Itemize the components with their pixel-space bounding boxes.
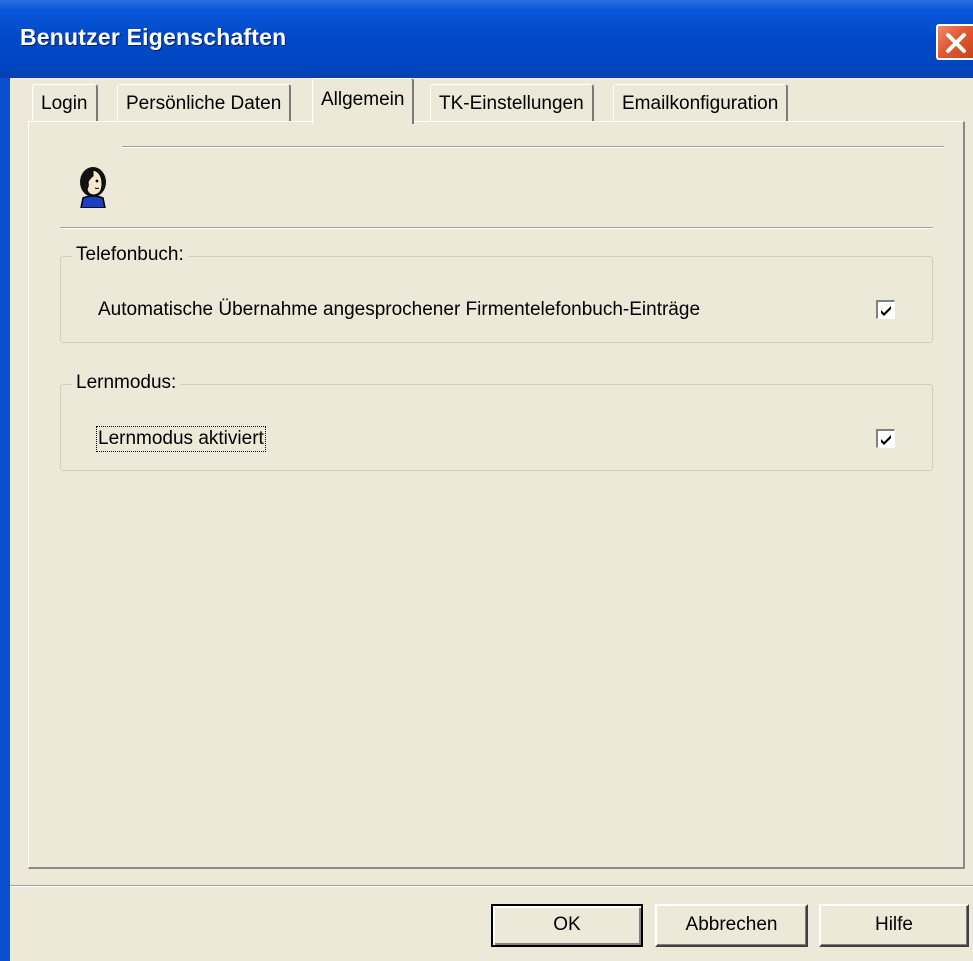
tab-label: Persönliche Daten xyxy=(126,93,282,114)
close-button[interactable] xyxy=(936,24,973,60)
window-border xyxy=(0,78,10,961)
lernmodus-aktiviert-label[interactable]: Lernmodus aktiviert xyxy=(96,426,266,452)
auto-uebernahme-label[interactable]: Automatische Übernahme angesprochener Fi… xyxy=(98,299,700,321)
check-icon xyxy=(881,435,891,445)
tab-login[interactable]: Login xyxy=(32,84,98,122)
close-icon xyxy=(946,33,966,53)
tab-tk-einstellungen[interactable]: TK-Einstellungen xyxy=(430,84,594,122)
tab-persoenliche-daten[interactable]: Persönliche Daten xyxy=(117,84,292,122)
title-bar[interactable]: Benutzer Eigenschaften xyxy=(0,0,973,78)
tab-label: Login xyxy=(41,93,88,114)
section-divider xyxy=(60,227,933,229)
header-divider xyxy=(122,146,944,148)
tab-allgemein[interactable]: Allgemein xyxy=(312,78,415,124)
check-icon xyxy=(881,306,891,316)
lernmodus-aktiviert-checkbox[interactable] xyxy=(876,429,895,448)
footer-divider xyxy=(10,885,973,887)
user-profile-icon xyxy=(76,164,110,214)
cancel-button[interactable]: Abbrechen xyxy=(655,904,808,947)
window-title: Benutzer Eigenschaften xyxy=(20,24,287,50)
help-button[interactable]: Hilfe xyxy=(819,904,969,947)
tab-panel-allgemein xyxy=(28,121,965,869)
tab-label: Allgemein xyxy=(321,89,405,110)
tab-label: Emailkonfiguration xyxy=(622,93,779,114)
lernmodus-legend: Lernmodus: xyxy=(72,372,181,394)
tab-emailkonfiguration[interactable]: Emailkonfiguration xyxy=(613,84,789,122)
auto-uebernahme-checkbox[interactable] xyxy=(876,300,895,319)
telefonbuch-legend: Telefonbuch: xyxy=(72,244,188,266)
tab-label: TK-Einstellungen xyxy=(439,93,584,114)
ok-button[interactable]: OK xyxy=(491,904,643,947)
